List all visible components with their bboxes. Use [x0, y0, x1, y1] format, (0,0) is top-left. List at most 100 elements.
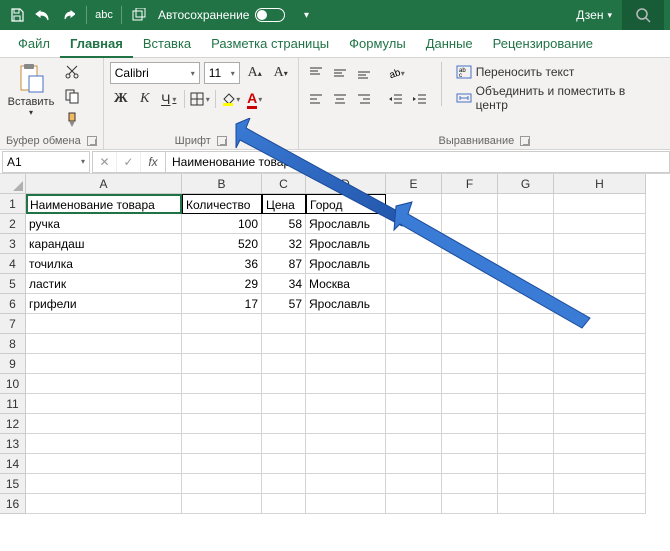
search-button[interactable] [622, 0, 664, 30]
row-header[interactable]: 11 [0, 394, 26, 414]
cell[interactable]: ручка [26, 214, 182, 234]
cell[interactable] [554, 354, 646, 374]
column-header[interactable]: E [386, 174, 442, 194]
decrease-font-button[interactable]: A▾ [270, 62, 292, 84]
cell[interactable] [262, 454, 306, 474]
align-center-button[interactable] [329, 88, 351, 110]
cell[interactable] [554, 274, 646, 294]
cell[interactable] [554, 294, 646, 314]
select-all-corner[interactable] [0, 174, 26, 194]
cell[interactable]: 29 [182, 274, 262, 294]
cell[interactable]: 57 [262, 294, 306, 314]
column-header[interactable]: B [182, 174, 262, 194]
align-middle-button[interactable] [329, 62, 351, 84]
cell[interactable] [442, 254, 498, 274]
cell[interactable] [26, 434, 182, 454]
cell[interactable] [262, 474, 306, 494]
cell[interactable] [498, 474, 554, 494]
column-header[interactable]: D [306, 174, 386, 194]
row-header[interactable]: 14 [0, 454, 26, 474]
cell[interactable] [554, 414, 646, 434]
cell[interactable] [262, 414, 306, 434]
spellcheck-icon[interactable]: abc [93, 4, 115, 26]
redo-icon[interactable] [58, 4, 80, 26]
cell[interactable] [442, 374, 498, 394]
cell[interactable]: Город [306, 194, 386, 214]
addin-icon[interactable] [128, 4, 150, 26]
cell[interactable] [554, 254, 646, 274]
tab-home[interactable]: Главная [60, 30, 133, 58]
cell[interactable] [26, 374, 182, 394]
cell[interactable] [442, 194, 498, 214]
cell[interactable] [498, 234, 554, 254]
borders-button[interactable]: ▾ [189, 88, 211, 110]
row-header[interactable]: 13 [0, 434, 26, 454]
cell[interactable] [26, 454, 182, 474]
cell[interactable] [498, 314, 554, 334]
cancel-formula-button[interactable]: ✕ [93, 152, 117, 172]
insert-function-button[interactable]: fx [141, 152, 165, 172]
font-color-button[interactable]: A▾ [244, 88, 266, 110]
cut-button[interactable] [62, 62, 82, 82]
cell[interactable]: 32 [262, 234, 306, 254]
undo-icon[interactable] [32, 4, 54, 26]
cell[interactable] [498, 294, 554, 314]
cell[interactable] [554, 334, 646, 354]
name-box[interactable]: A1▾ [2, 151, 90, 173]
cell[interactable] [554, 494, 646, 514]
cell[interactable] [306, 334, 386, 354]
cell[interactable]: 87 [262, 254, 306, 274]
orientation-button[interactable]: ab▾ [385, 62, 407, 84]
cell[interactable] [554, 194, 646, 214]
cell[interactable] [442, 434, 498, 454]
cell[interactable]: 34 [262, 274, 306, 294]
fill-color-button[interactable]: ▾ [220, 88, 242, 110]
cell[interactable] [386, 314, 442, 334]
cell[interactable] [442, 314, 498, 334]
row-header[interactable]: 16 [0, 494, 26, 514]
cell[interactable] [498, 194, 554, 214]
row-header[interactable]: 6 [0, 294, 26, 314]
cell[interactable] [386, 254, 442, 274]
italic-button[interactable]: К [134, 88, 156, 110]
cell[interactable] [306, 374, 386, 394]
cell[interactable] [386, 454, 442, 474]
cell[interactable] [442, 274, 498, 294]
cell[interactable] [442, 414, 498, 434]
cell[interactable] [262, 334, 306, 354]
cell[interactable] [26, 334, 182, 354]
cell[interactable]: грифели [26, 294, 182, 314]
cell[interactable] [182, 454, 262, 474]
clipboard-dialog-launcher[interactable] [87, 136, 97, 146]
increase-indent-button[interactable] [409, 88, 431, 110]
cell[interactable] [386, 214, 442, 234]
cell[interactable] [498, 254, 554, 274]
cell[interactable] [182, 334, 262, 354]
cell[interactable] [262, 374, 306, 394]
row-header[interactable]: 15 [0, 474, 26, 494]
cell[interactable] [386, 354, 442, 374]
row-header[interactable]: 10 [0, 374, 26, 394]
column-header[interactable]: A [26, 174, 182, 194]
cell[interactable] [498, 454, 554, 474]
row-header[interactable]: 3 [0, 234, 26, 254]
cell[interactable] [26, 474, 182, 494]
cell[interactable]: Ярославль [306, 234, 386, 254]
cell[interactable]: карандаш [26, 234, 182, 254]
cell[interactable]: Ярославль [306, 294, 386, 314]
cell[interactable] [386, 294, 442, 314]
cell[interactable] [442, 474, 498, 494]
cell[interactable] [306, 314, 386, 334]
cell[interactable] [262, 434, 306, 454]
cell[interactable] [442, 214, 498, 234]
cell[interactable] [498, 214, 554, 234]
cell[interactable] [386, 194, 442, 214]
align-bottom-button[interactable] [353, 62, 375, 84]
column-header[interactable]: H [554, 174, 646, 194]
cell[interactable] [26, 394, 182, 414]
cell[interactable]: 100 [182, 214, 262, 234]
align-left-button[interactable] [305, 88, 327, 110]
cell[interactable] [182, 474, 262, 494]
row-header[interactable]: 12 [0, 414, 26, 434]
column-header[interactable]: F [442, 174, 498, 194]
